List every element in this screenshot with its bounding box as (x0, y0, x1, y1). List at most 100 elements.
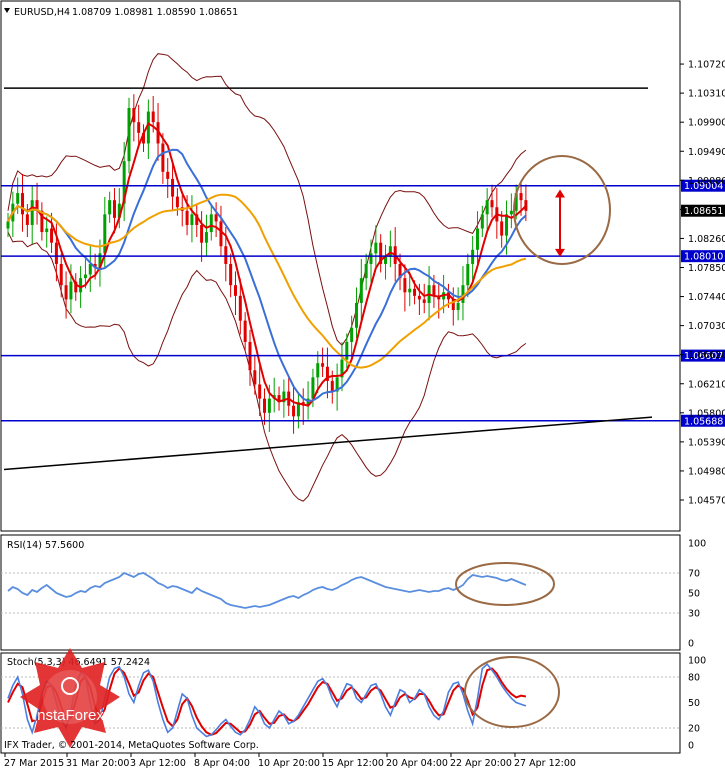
candle-body (480, 214, 484, 229)
main-panel (0, 0, 681, 532)
price-tick-label: 1.09490 (688, 147, 725, 158)
time-tick-label: 31 Mar 20:00 (66, 758, 129, 769)
rsi-tick-label: 0 (688, 639, 694, 650)
candle-body (243, 320, 247, 342)
candle-body (219, 221, 223, 247)
candle-body (359, 278, 363, 303)
candle-body (422, 299, 426, 303)
candle-body (25, 214, 29, 225)
candle-body (490, 200, 494, 208)
price-tick-label: 1.09900 (688, 118, 725, 129)
price-tick-label: 1.08260 (688, 234, 725, 245)
price-tick-label: 1.10720 (688, 60, 725, 71)
candle-body (127, 108, 131, 162)
stoch-tick-label: 80 (688, 673, 700, 684)
time-tick-label: 15 Apr 12:00 (322, 758, 384, 769)
candle-body (509, 210, 513, 215)
candle-body (253, 370, 257, 385)
chart-ohlc: 1.08709 1.08981 1.08590 1.08651 (72, 7, 238, 18)
candle-body (200, 224, 204, 243)
price-tick-label: 1.07030 (688, 321, 725, 332)
candle-body (79, 278, 83, 293)
candle-body (345, 341, 349, 360)
price-tick-label: 1.10310 (688, 89, 725, 100)
rsi-tick-label: 50 (688, 589, 700, 600)
candle-body (500, 221, 504, 236)
candle-body (432, 285, 436, 296)
candle-body (316, 363, 320, 378)
candle-body (16, 193, 20, 204)
candle-body (238, 295, 242, 321)
trading-chart: 1.090041.080101.066071.05688 1007050300 … (0, 0, 725, 769)
candle-body (21, 193, 25, 215)
rsi-label: RSI(14) 57.5600 (7, 540, 84, 551)
candle-body (171, 178, 175, 197)
candle-body (151, 111, 155, 123)
candle-body (263, 398, 267, 413)
candle-body (330, 380, 334, 392)
candle-body (475, 228, 479, 250)
copyright: IFX Trader, © 2001-2014, MetaQuotes Soft… (4, 740, 259, 751)
candle-body (45, 228, 49, 233)
candle-body (137, 122, 141, 133)
candle-body (166, 171, 170, 179)
candle-body (204, 232, 208, 243)
candle-body (54, 242, 58, 264)
candle-body (108, 200, 112, 215)
candle-body (403, 278, 407, 293)
candle-body (485, 200, 489, 215)
candle-body (190, 214, 194, 225)
time-tick-label: 27 Apr 12:00 (514, 758, 576, 769)
time-tick-label: 27 Mar 2015 (4, 758, 64, 769)
candle-body (408, 288, 412, 293)
price-tick-label: 1.09080 (688, 176, 725, 187)
time-tick-label: 20 Apr 04:00 (386, 758, 448, 769)
time-tick-label: 3 Apr 12:00 (130, 758, 186, 769)
price-tick-label: 1.06210 (688, 379, 725, 390)
price-tick-label: 1.07850 (688, 263, 725, 274)
instaforex-logo-text: InstaForex (33, 707, 104, 724)
candle-body (59, 263, 63, 286)
stoch-tick-label: 20 (688, 724, 700, 735)
candle-body (6, 221, 10, 229)
rsi-tick-label: 30 (688, 609, 700, 620)
candle-body (229, 263, 233, 286)
candle-body (132, 108, 136, 123)
candle-body (456, 302, 460, 311)
price-tick-label: 1.05800 (688, 408, 725, 419)
candle-body (209, 214, 213, 233)
candle-body (374, 242, 378, 254)
candle-body (364, 263, 368, 279)
current-price-label: 1.08651 (684, 206, 723, 217)
candle-body (103, 214, 107, 254)
candle-body (258, 384, 262, 399)
candle-body (30, 200, 34, 225)
stoch-tick-label: 0 (688, 741, 694, 752)
price-tick-label: 1.04570 (688, 496, 725, 507)
candle-body (519, 193, 523, 201)
chart-symbol: EURUSD,H4 (14, 7, 70, 18)
candle-body (175, 196, 179, 208)
candle-body (50, 228, 54, 243)
candle-body (233, 285, 237, 296)
candle-body (161, 143, 165, 172)
candle-body (354, 302, 358, 328)
candle-body (64, 285, 68, 300)
time-tick-label: 8 Apr 04:00 (194, 758, 250, 769)
candle-body (112, 200, 116, 218)
candle-body (417, 295, 421, 300)
stoch-tick-label: 50 (688, 698, 700, 709)
candle-body (350, 327, 354, 342)
candle-body (292, 405, 296, 417)
price-tick-label: 1.05390 (688, 437, 725, 448)
candle-body (224, 246, 228, 264)
candle-body (505, 214, 509, 236)
candle-body (214, 214, 218, 222)
candle-body (413, 288, 417, 296)
candle-body (466, 263, 470, 286)
time-tick-label: 10 Apr 20:00 (258, 758, 320, 769)
price-tick-label: 1.07440 (688, 292, 725, 303)
level-price-label: 1.08010 (684, 252, 723, 263)
price-tick-label: 1.06620 (688, 350, 725, 361)
candle-body (83, 274, 87, 279)
